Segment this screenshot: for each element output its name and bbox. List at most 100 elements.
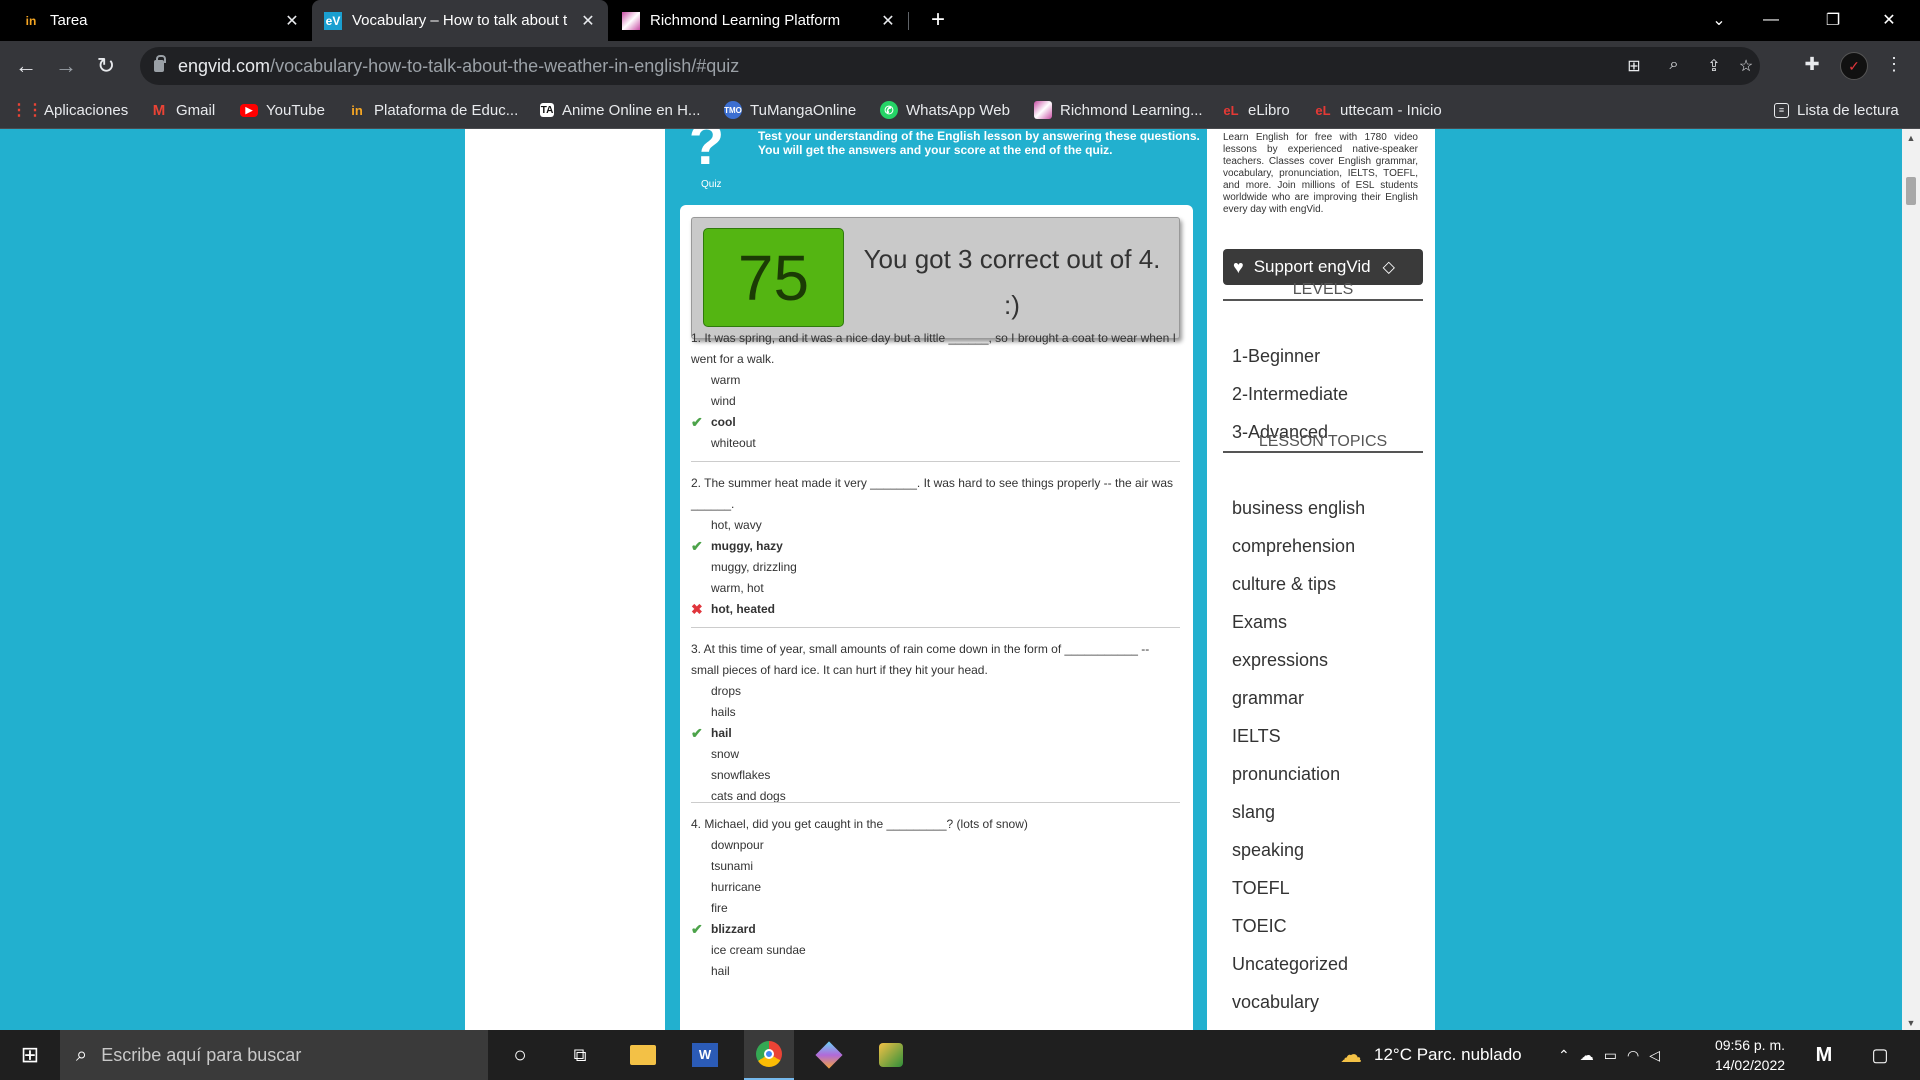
back-arrow-icon[interactable]: ← bbox=[10, 50, 42, 82]
task-view-icon[interactable]: ⧉ bbox=[560, 1030, 600, 1080]
bookmark-star-icon[interactable]: ☆ bbox=[1736, 56, 1756, 76]
bookmark-youtube[interactable]: ▶ YouTube bbox=[240, 91, 325, 129]
answer-option[interactable]: ✔ blizzard bbox=[691, 919, 1176, 940]
windows-start-icon[interactable]: ⊞ bbox=[10, 1030, 50, 1080]
answer-option[interactable]: downpour bbox=[691, 835, 1176, 856]
battery-icon[interactable]: ▭ bbox=[1604, 1047, 1627, 1064]
richmond-favicon bbox=[622, 11, 640, 30]
scroll-down-arrow-icon[interactable]: ▼ bbox=[1902, 1018, 1920, 1028]
extensions-puzzle-icon[interactable]: ✚ bbox=[1800, 54, 1824, 78]
new-tab-button[interactable]: + bbox=[924, 6, 952, 34]
topic-link[interactable]: TOEFL bbox=[1232, 878, 1290, 899]
topic-link[interactable]: Exams bbox=[1232, 612, 1287, 633]
answer-option[interactable]: muggy, drizzling bbox=[691, 557, 1176, 578]
bookmark-whatsapp[interactable]: ✆ WhatsApp Web bbox=[880, 91, 1010, 129]
answer-option[interactable]: tsunami bbox=[691, 856, 1176, 877]
translate-icon[interactable]: ⊞ bbox=[1624, 56, 1644, 76]
level-link[interactable]: 1-Beginner bbox=[1232, 346, 1320, 367]
close-icon[interactable]: ✕ bbox=[282, 11, 302, 31]
bookmark-apps[interactable]: ⋮⋮ Aplicaciones bbox=[11, 91, 128, 129]
forward-arrow-icon[interactable]: → bbox=[50, 50, 82, 82]
answer-option[interactable]: hails bbox=[691, 702, 1176, 723]
answer-option[interactable]: ✖ hot, heated bbox=[691, 599, 1176, 620]
answer-option[interactable]: hot, wavy bbox=[691, 515, 1176, 536]
sidebar-blurb: Learn English for free with 1780 video l… bbox=[1223, 132, 1418, 215]
chrome-icon[interactable] bbox=[744, 1030, 794, 1080]
answer-option[interactable]: snow bbox=[691, 744, 1176, 765]
close-icon[interactable]: ✕ bbox=[878, 11, 898, 31]
volume-icon[interactable]: ◁ bbox=[1649, 1047, 1670, 1064]
tab-richmond[interactable]: Richmond Learning Platform ✕ bbox=[608, 0, 908, 41]
topic-link[interactable]: vocabulary bbox=[1232, 992, 1319, 1013]
scroll-up-arrow-icon[interactable]: ▲ bbox=[1902, 133, 1920, 143]
topic-link[interactable]: culture & tips bbox=[1232, 574, 1336, 595]
bookmark-elibro[interactable]: eL eLibro bbox=[1222, 91, 1289, 129]
taskbar-clock[interactable]: 09:56 p. m. 14/02/2022 bbox=[1708, 1035, 1792, 1075]
wifi-icon[interactable]: ◠ bbox=[1627, 1047, 1649, 1064]
word-icon[interactable]: W bbox=[682, 1030, 728, 1080]
minimize-button[interactable]: — bbox=[1748, 0, 1794, 40]
bookmark-uttecam[interactable]: eL uttecam - Inicio bbox=[1314, 91, 1441, 129]
profile-avatar[interactable]: ✓ bbox=[1840, 52, 1868, 80]
topic-link[interactable]: business english bbox=[1232, 498, 1365, 519]
close-icon[interactable]: ✕ bbox=[578, 11, 598, 31]
zoom-icon[interactable]: ⌕ bbox=[1664, 56, 1684, 76]
scrollbar-thumb[interactable] bbox=[1906, 177, 1916, 205]
app-m-icon[interactable]: M bbox=[1806, 1030, 1842, 1080]
cortana-icon[interactable]: ○ bbox=[500, 1030, 540, 1080]
topic-link[interactable]: IELTS bbox=[1232, 726, 1281, 747]
topic-link[interactable]: slang bbox=[1232, 802, 1275, 823]
bookmark-plataforma[interactable]: in Plataforma de Educ... bbox=[348, 91, 518, 129]
answer-option[interactable]: wind bbox=[691, 391, 1176, 412]
elibro-icon: eL bbox=[1223, 102, 1239, 118]
system-tray-icons[interactable]: ⌃ ☁ ▭ ◠ ◁ bbox=[1558, 1030, 1670, 1080]
topic-link[interactable]: grammar bbox=[1232, 688, 1304, 709]
topic-link[interactable]: speaking bbox=[1232, 840, 1304, 861]
answer-option[interactable]: ice cream sundae bbox=[691, 940, 1176, 961]
address-bar[interactable]: engvid.com/vocabulary-how-to-talk-about-… bbox=[140, 47, 1760, 85]
tab-engvid[interactable]: eV Vocabulary – How to talk about t ✕ bbox=[312, 0, 608, 41]
topic-link[interactable]: pronunciation bbox=[1232, 764, 1340, 785]
notifications-icon[interactable]: ▢ bbox=[1860, 1030, 1900, 1080]
file-explorer-icon[interactable] bbox=[620, 1030, 666, 1080]
url-text[interactable]: engvid.com/vocabulary-how-to-talk-about-… bbox=[178, 56, 739, 77]
question-divider bbox=[691, 461, 1180, 462]
level-link[interactable]: 2-Intermediate bbox=[1232, 384, 1348, 405]
menu-dots-icon[interactable]: ⋮ bbox=[1882, 54, 1906, 78]
topic-link[interactable]: Uncategorized bbox=[1232, 954, 1348, 975]
answer-option[interactable]: ✔ hail bbox=[691, 723, 1176, 744]
bookmark-gmail[interactable]: M Gmail bbox=[150, 91, 215, 129]
topic-link[interactable]: comprehension bbox=[1232, 536, 1355, 557]
answer-option[interactable]: warm, hot bbox=[691, 578, 1176, 599]
answer-option[interactable]: hurricane bbox=[691, 877, 1176, 898]
lock-icon[interactable] bbox=[154, 55, 166, 72]
bookmark-anime[interactable]: TA Anime Online en H... bbox=[540, 91, 700, 129]
answer-option[interactable]: fire bbox=[691, 898, 1176, 919]
share-icon[interactable]: ⇪ bbox=[1704, 56, 1724, 76]
topic-link[interactable]: expressions bbox=[1232, 650, 1328, 671]
answer-option[interactable]: whiteout bbox=[691, 433, 1176, 454]
reload-icon[interactable]: ↻ bbox=[90, 50, 122, 82]
app-cube-icon[interactable] bbox=[806, 1030, 852, 1080]
weather-widget[interactable]: ☁ 12°C Parc. nublado bbox=[1340, 1030, 1522, 1080]
answer-option[interactable]: snowflakes bbox=[691, 765, 1176, 786]
app-shield-icon[interactable] bbox=[868, 1030, 914, 1080]
topic-link[interactable]: TOEIC bbox=[1232, 916, 1287, 937]
bookmark-richmond[interactable]: Richmond Learning... bbox=[1034, 91, 1203, 129]
answer-option[interactable]: cats and dogs bbox=[691, 786, 1176, 807]
reading-list-button[interactable]: ≡ Lista de lectura bbox=[1774, 91, 1899, 129]
answer-option[interactable]: ✔ muggy, hazy bbox=[691, 536, 1176, 557]
tray-chevron-icon[interactable]: ⌃ bbox=[1558, 1047, 1580, 1064]
tab-tarea[interactable]: in Tarea ✕ bbox=[0, 0, 312, 41]
close-window-button[interactable]: ✕ bbox=[1866, 0, 1912, 40]
answer-option[interactable]: drops bbox=[691, 681, 1176, 702]
bookmark-tumanga[interactable]: TMO TuMangaOnline bbox=[724, 91, 856, 129]
restore-button[interactable]: ❐ bbox=[1810, 0, 1856, 40]
answer-option[interactable]: warm bbox=[691, 370, 1176, 391]
answer-option[interactable]: ✔ cool bbox=[691, 412, 1176, 433]
tab-search-icon[interactable]: ⌄ bbox=[1696, 0, 1742, 40]
page-scrollbar[interactable]: ▲ ▼ bbox=[1902, 129, 1920, 1030]
answer-option[interactable]: hail bbox=[691, 961, 1176, 982]
onedrive-cloud-icon[interactable]: ☁ bbox=[1580, 1047, 1604, 1064]
taskbar-search[interactable]: ⌕ Escribe aquí para buscar bbox=[60, 1030, 488, 1080]
